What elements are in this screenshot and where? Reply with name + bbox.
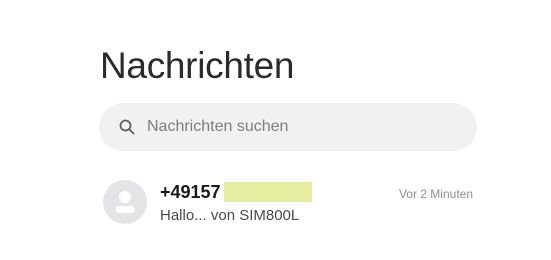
search-bar[interactable] xyxy=(99,103,477,151)
messages-screen: Nachrichten +49157 Hallo... von SIM800L … xyxy=(0,0,551,260)
person-icon xyxy=(115,191,135,213)
conversation-list-item[interactable]: +49157 Hallo... von SIM800L Vor 2 Minute… xyxy=(99,172,479,232)
page-title: Nachrichten xyxy=(100,45,295,86)
search-icon xyxy=(119,119,135,135)
search-input[interactable] xyxy=(147,118,447,136)
avatar xyxy=(103,180,147,224)
conversation-snippet: Hallo... von SIM800L xyxy=(160,207,300,224)
conversation-sender: +49157 xyxy=(160,182,221,202)
conversation-timestamp: Vor 2 Minuten xyxy=(398,187,473,201)
redaction-highlight xyxy=(224,182,312,202)
